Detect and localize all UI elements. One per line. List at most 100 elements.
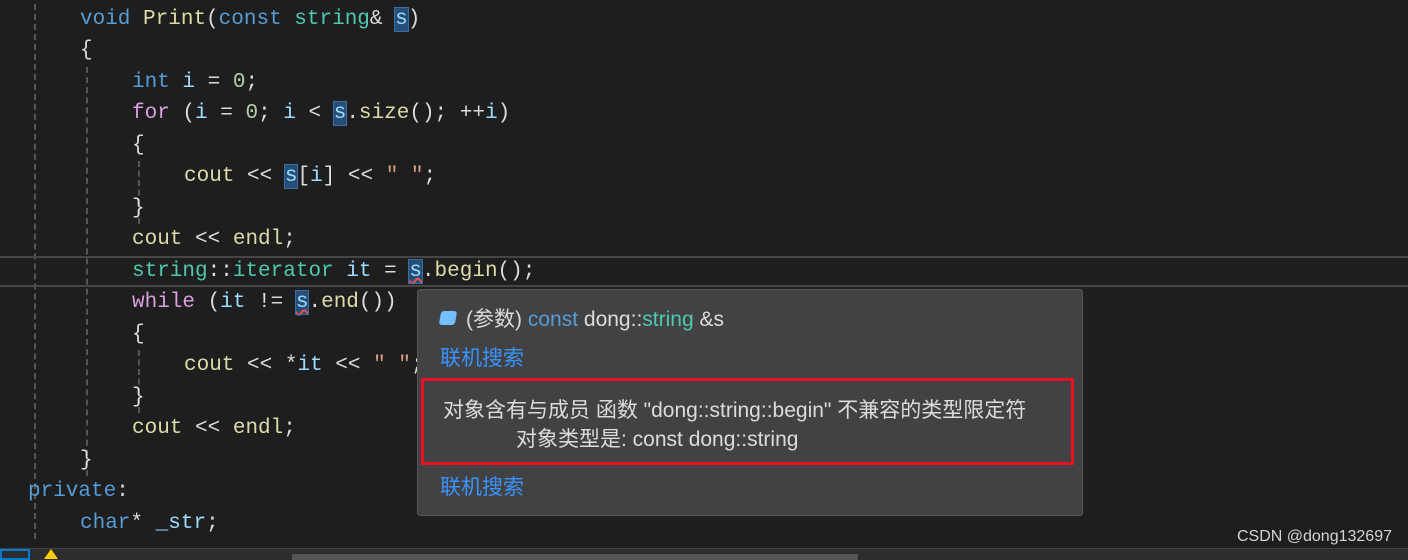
code-token: ()): [358, 291, 397, 314]
code-token: <<: [322, 354, 374, 377]
code-line[interactable]: }: [0, 382, 145, 414]
status-indicator: [0, 549, 30, 560]
code-token: it: [220, 291, 246, 314]
code-token: const: [218, 7, 282, 31]
status-bar: [0, 548, 1408, 560]
sig-prefix: (参数): [466, 308, 522, 331]
code-token: cout: [132, 417, 183, 440]
code-line[interactable]: private:: [0, 476, 129, 508]
code-token: {: [80, 39, 93, 62]
horizontal-scrollbar[interactable]: [292, 554, 858, 560]
code-line[interactable]: char* _str;: [0, 508, 219, 540]
code-token: i: [182, 70, 196, 94]
online-search-link-2[interactable]: 联机搜索: [440, 471, 524, 501]
error-message: 对象含有与成员 函数 "dong::string::begin" 不兼容的类型限…: [443, 399, 1027, 422]
code-line[interactable]: cout << endl;: [0, 224, 296, 256]
code-token: :: [116, 480, 129, 503]
code-token: ): [497, 102, 511, 125]
code-token: 0: [232, 70, 246, 94]
code-token: << *: [234, 354, 298, 377]
code-token: [: [297, 165, 311, 188]
code-token: ] <<: [322, 165, 386, 188]
code-token: void: [80, 7, 131, 31]
code-token: ;: [283, 228, 296, 251]
code-token: }: [132, 385, 145, 409]
code-token: string: [132, 259, 208, 283]
code-token: i: [283, 102, 296, 125]
code-token: .: [421, 259, 435, 283]
code-line[interactable]: {: [0, 319, 145, 351]
watermark: CSDN @dong132697: [1236, 528, 1392, 545]
code-token: int: [132, 70, 170, 94]
code-token: .: [346, 102, 359, 125]
code-line[interactable]: }: [0, 445, 93, 477]
code-token: <<: [182, 228, 233, 251]
code-token: {: [132, 322, 145, 346]
code-token: ): [407, 7, 421, 31]
code-token: (: [169, 102, 196, 125]
code-token: _str: [155, 511, 207, 535]
code-token: for: [132, 102, 170, 125]
code-token: while: [132, 291, 196, 314]
code-line[interactable]: {: [0, 35, 93, 67]
parameter-icon: [438, 311, 458, 325]
code-line[interactable]: while (it != s.end()): [0, 287, 397, 319]
code-line[interactable]: }: [0, 193, 145, 225]
code-token: =: [371, 259, 410, 283]
code-token: *: [130, 511, 156, 535]
code-token: .: [308, 291, 322, 314]
code-token: ;: [206, 511, 219, 535]
code-token: (); ++: [409, 102, 485, 125]
code-line[interactable]: string::iterator it = s.begin();: [0, 255, 1408, 287]
code-token: <<: [182, 417, 233, 440]
code-token: size: [358, 102, 410, 125]
parameter-reference: s: [394, 6, 409, 32]
code-token: ::: [207, 259, 233, 283]
code-token: !=: [245, 291, 296, 314]
code-line[interactable]: {: [0, 130, 145, 162]
code-token: Print: [143, 7, 207, 31]
code-line[interactable]: for (i = 0; i < s.size(); ++i): [0, 98, 510, 130]
code-token: endl: [232, 228, 284, 251]
tooltip-signature: (参数) const dong::string &s: [438, 303, 724, 333]
code-token: cout: [132, 228, 183, 251]
quick-info-tooltip: (参数) const dong::string &s 联机搜索 对象含有与成员 …: [417, 289, 1083, 516]
code-token: cout: [184, 165, 235, 188]
parameter-reference: s: [408, 258, 423, 284]
code-line[interactable]: cout << s[i] << " ";: [0, 161, 436, 193]
code-line[interactable]: void Print(const string& s): [0, 4, 420, 36]
code-line[interactable]: cout << endl;: [0, 413, 296, 445]
code-token: <: [295, 102, 334, 125]
code-token: 0: [245, 102, 259, 125]
code-token: string: [294, 7, 370, 31]
code-line[interactable]: cout << *it << " ";: [0, 350, 424, 382]
warning-icon[interactable]: [44, 549, 58, 559]
online-search-link[interactable]: 联机搜索: [440, 342, 524, 372]
code-token: iterator: [232, 259, 334, 283]
code-token: char: [80, 511, 131, 535]
error-highlight-box: 对象含有与成员 函数 "dong::string::begin" 不兼容的类型限…: [421, 378, 1074, 465]
code-token: {: [132, 133, 145, 157]
code-token: end: [321, 291, 359, 314]
code-line[interactable]: int i = 0;: [0, 67, 258, 99]
code-token: ;: [423, 165, 437, 188]
code-token: }: [132, 196, 145, 220]
sig-namespace: dong::: [583, 308, 643, 331]
code-token: ();: [497, 259, 536, 283]
sig-const: const: [527, 308, 579, 331]
code-token: ;: [258, 102, 284, 125]
code-token: <<: [234, 165, 285, 188]
code-token: (: [195, 291, 221, 314]
sig-type: string: [642, 308, 694, 331]
code-token: private: [28, 480, 117, 503]
code-token: i: [310, 165, 323, 188]
code-token: ;: [283, 417, 296, 440]
code-token: begin: [434, 259, 498, 283]
code-token: =: [195, 70, 233, 94]
parameter-reference: s: [294, 290, 310, 315]
code-token: " ": [373, 354, 411, 377]
